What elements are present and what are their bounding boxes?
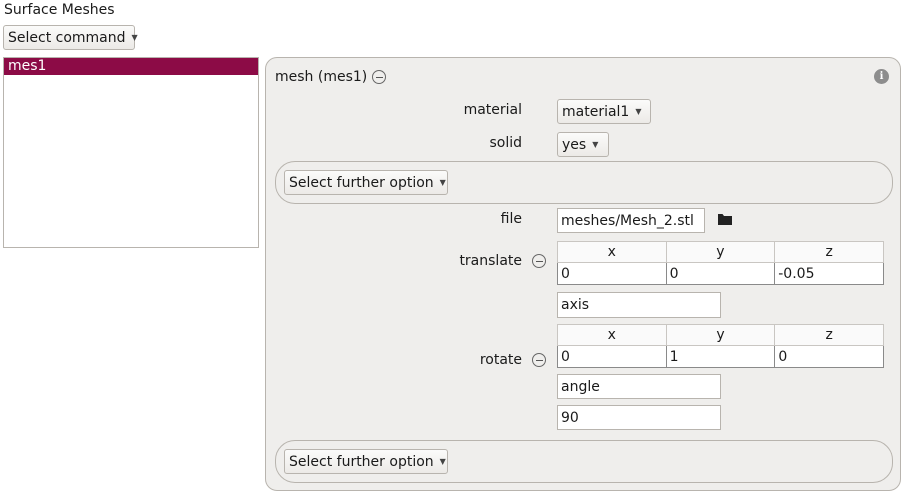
material-value: material1	[562, 103, 630, 120]
further-options-group: Select further option ▼	[275, 161, 893, 204]
minus-icon	[535, 260, 543, 262]
solid-label: solid	[489, 135, 522, 151]
column-header-z: z	[774, 324, 884, 346]
rotate-y-cell[interactable]: 1	[665, 345, 776, 368]
translate-table: x y z 0 0 -0.05	[557, 241, 884, 285]
info-icon[interactable]: i	[874, 69, 889, 84]
rotate-label: rotate	[479, 352, 522, 368]
chevron-down-icon: ▼	[439, 178, 446, 187]
material-dropdown[interactable]: material1 ▼	[557, 99, 651, 124]
section-title: Surface Meshes	[4, 2, 115, 18]
collapse-rotate-button[interactable]	[532, 353, 546, 367]
select-further-option-dropdown[interactable]: Select further option ▼	[284, 170, 448, 195]
angle-value-input[interactable]: 90	[557, 405, 721, 430]
further-option-label: Select further option	[289, 453, 434, 470]
select-command-label: Select command	[8, 29, 126, 46]
axis-field[interactable]: axis	[557, 292, 721, 318]
minus-icon	[375, 76, 383, 78]
angle-field[interactable]: angle	[557, 374, 721, 399]
list-item[interactable]: mes1	[4, 58, 258, 75]
select-further-option-dropdown[interactable]: Select further option ▼	[284, 449, 448, 474]
column-header-z: z	[774, 241, 884, 263]
translate-label: translate	[459, 253, 522, 269]
chevron-down-icon: ▼	[635, 107, 642, 116]
rotate-axis-table: x y z 0 1 0	[557, 324, 884, 368]
rotate-z-cell[interactable]: 0	[774, 345, 884, 368]
solid-value: yes	[562, 136, 587, 153]
chevron-down-icon: ▼	[592, 140, 599, 149]
solid-dropdown[interactable]: yes ▼	[557, 132, 609, 157]
chevron-down-icon: ▼	[131, 33, 138, 42]
mesh-panel: mesh (mes1) i material material1 ▼ solid…	[265, 57, 901, 491]
translate-y-cell[interactable]: 0	[665, 262, 776, 285]
translate-z-cell[interactable]: -0.05	[774, 262, 884, 285]
select-command-dropdown[interactable]: Select command ▼	[3, 25, 138, 50]
rotate-x-cell[interactable]: 0	[557, 345, 667, 368]
mesh-list[interactable]: mes1	[3, 57, 259, 248]
collapse-translate-button[interactable]	[532, 254, 546, 268]
further-options-group: Select further option ▼	[275, 440, 893, 483]
column-header-y: y	[665, 241, 776, 263]
column-header-x: x	[557, 324, 667, 346]
folder-icon[interactable]	[717, 212, 733, 226]
collapse-mesh-button[interactable]	[372, 70, 386, 84]
minus-icon	[535, 359, 543, 361]
chevron-down-icon: ▼	[439, 457, 446, 466]
column-header-y: y	[665, 324, 776, 346]
further-option-label: Select further option	[289, 174, 434, 191]
file-input[interactable]: meshes/Mesh_2.stl	[557, 208, 705, 233]
column-header-x: x	[557, 241, 667, 263]
material-label: material	[463, 102, 522, 118]
file-label: file	[500, 211, 522, 227]
translate-x-cell[interactable]: 0	[557, 262, 667, 285]
panel-title: mesh (mes1)	[275, 69, 368, 85]
